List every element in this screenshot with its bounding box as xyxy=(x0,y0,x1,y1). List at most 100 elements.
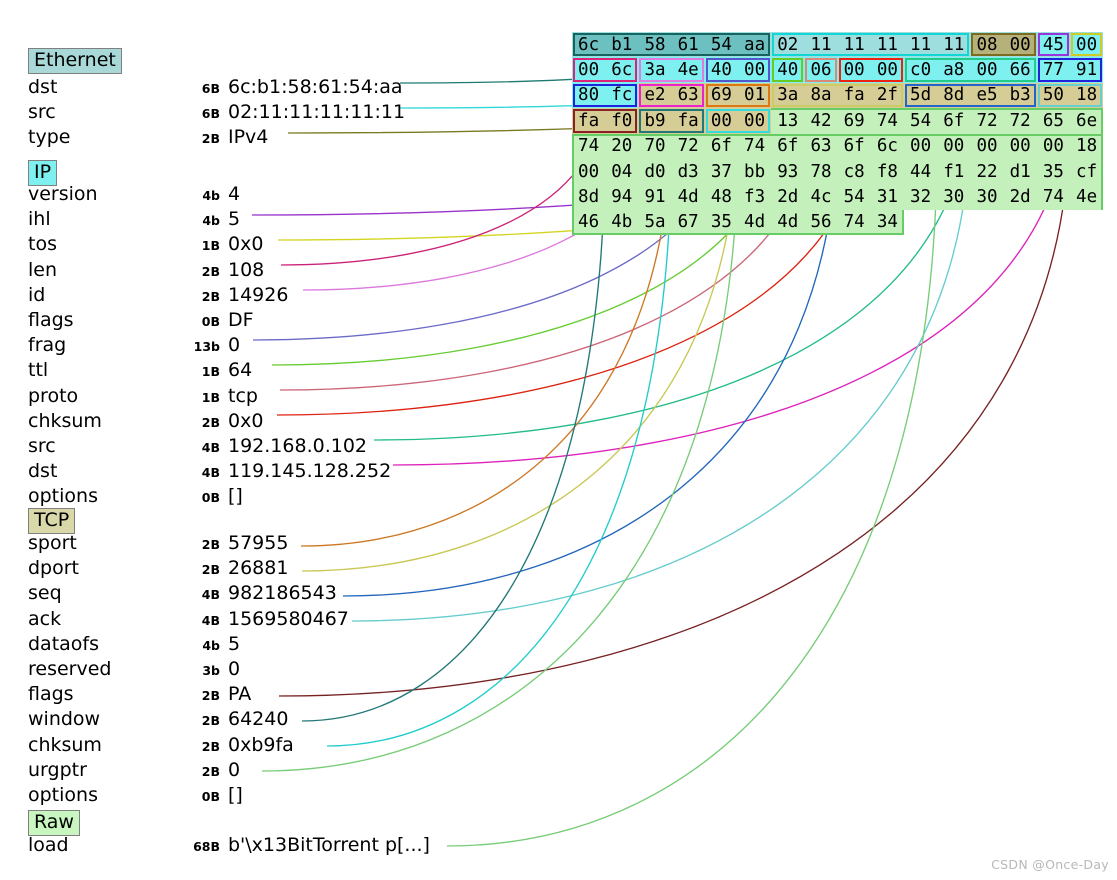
hex-byte: 00 xyxy=(1042,136,1064,157)
hex-byte: 72 xyxy=(1009,110,1031,131)
field-row: src 6B 02:11:11:11:11:11 xyxy=(0,100,560,125)
field-size: 0B xyxy=(201,789,220,804)
hex-byte: 63 xyxy=(810,136,832,157)
hex-byte: f0 xyxy=(611,110,633,131)
hex-byte: 00 xyxy=(943,136,965,157)
field-size: 2B xyxy=(201,288,220,304)
hex-byte: 77 xyxy=(1042,59,1064,80)
hex-byte: 30 xyxy=(976,186,998,207)
field-size: 1B xyxy=(201,364,220,380)
hex-byte: 00 xyxy=(843,59,865,80)
hex-byte: 32 xyxy=(910,186,932,207)
hex-byte: 5a xyxy=(644,212,666,233)
field-row: dataofs 4b 5 xyxy=(0,632,560,657)
field-size: 2B xyxy=(201,713,220,729)
field-row: frag 13b 0 xyxy=(0,333,560,358)
field-size: 4B xyxy=(201,465,220,481)
hex-byte: 61 xyxy=(677,34,699,55)
hex-byte: b1 xyxy=(611,34,633,55)
field-row: flags 2B PA xyxy=(0,682,560,707)
hex-byte: 40 xyxy=(777,59,799,80)
hex-byte: 4d xyxy=(677,186,699,207)
field-row: reserved 3b 0 xyxy=(0,657,560,682)
hex-byte: 45 xyxy=(1042,34,1064,55)
field-name: id xyxy=(28,283,46,306)
hex-byte: 44 xyxy=(910,161,932,182)
hex-byte: f3 xyxy=(744,186,766,207)
field-size: 2B xyxy=(201,738,220,754)
field-value: 02:11:11:11:11:11 xyxy=(228,101,406,124)
hex-byte: 72 xyxy=(976,110,998,131)
hex-byte: 00 xyxy=(710,110,732,131)
hex-byte: 54 xyxy=(910,110,932,131)
field-value: 5 xyxy=(228,632,241,655)
hex-byte: 5d xyxy=(910,85,932,106)
hex-byte: 13 xyxy=(777,110,799,131)
hex-byte: 06 xyxy=(810,59,832,80)
hex-byte: fc xyxy=(611,85,633,106)
field-value: 0 xyxy=(228,334,241,357)
field-value: b'\x13BitTorrent p[...] xyxy=(228,834,430,856)
field-value: 57955 xyxy=(228,532,289,554)
field-name: ttl xyxy=(28,359,49,382)
packet-dissection-diagram: Ethernet dst 6B 6c:b1:58:61:54:aa src 6B 02:11… xyxy=(0,0,1117,880)
hex-byte: 35 xyxy=(710,212,732,233)
field-size: 4B xyxy=(201,440,220,455)
field-value: 4 xyxy=(228,183,241,205)
field-size: 3b xyxy=(202,663,220,678)
hex-byte: a8 xyxy=(943,59,965,80)
hex-byte: 00 xyxy=(1009,136,1031,157)
field-row: ack 4B 1569580467 xyxy=(0,607,560,632)
field-row: flags 0B DF xyxy=(0,308,560,333)
hex-byte: 94 xyxy=(611,186,633,207)
hex-byte: aa xyxy=(744,34,766,55)
hex-byte: 02 xyxy=(777,34,799,55)
field-size: 2B xyxy=(201,131,220,147)
hex-byte: d3 xyxy=(677,161,699,182)
hex-byte: 00 xyxy=(744,110,766,131)
hex-byte: 74 xyxy=(744,136,766,157)
field-list: Ethernet dst 6B 6c:b1:58:61:54:aa src 6B 02:11… xyxy=(0,0,560,880)
hex-byte: 11 xyxy=(810,34,832,55)
field-name: ack xyxy=(28,607,62,630)
hex-byte: 50 xyxy=(1042,85,1064,106)
hex-byte: 93 xyxy=(777,161,799,182)
hex-byte: 3a xyxy=(644,59,666,80)
hex-byte: 48 xyxy=(710,186,732,207)
field-size: 2B xyxy=(201,763,220,779)
hex-byte: 22 xyxy=(976,161,998,182)
hex-byte: 00 xyxy=(578,59,600,80)
hex-byte: 63 xyxy=(677,85,699,106)
field-size: 4B xyxy=(201,612,220,628)
field-name: src xyxy=(28,101,56,124)
field-size: 0B xyxy=(201,314,220,329)
hex-byte: 6f xyxy=(843,136,865,157)
field-row: sport 2B 57955 xyxy=(0,531,560,556)
field-row: len 2B 108 xyxy=(0,258,560,283)
hex-byte: 6f xyxy=(943,110,965,131)
hex-byte: 4c xyxy=(810,186,832,207)
hex-byte: 74 xyxy=(843,212,865,233)
field-value: 26881 xyxy=(228,557,289,580)
hex-byte: c0 xyxy=(910,59,932,80)
field-size: 2B xyxy=(201,414,220,430)
field-name: chksum xyxy=(28,409,102,432)
field-name: len xyxy=(28,258,58,281)
layer-title-ethernet: Ethernet xyxy=(28,48,122,74)
hex-byte: f1 xyxy=(943,161,965,182)
hex-byte: 74 xyxy=(1042,186,1064,207)
hex-byte: fa xyxy=(578,110,600,131)
field-row: ttl 1B 64 xyxy=(0,358,560,383)
field-row: dst 4B 119.145.128.252 xyxy=(0,459,560,484)
hex-byte: 35 xyxy=(1042,161,1064,182)
hex-byte: cf xyxy=(1076,161,1098,182)
field-row: id 2B 14926 xyxy=(0,283,560,308)
field-row: proto 1B tcp xyxy=(0,384,560,409)
hex-byte: 08 xyxy=(976,34,998,55)
field-name: options xyxy=(28,485,98,508)
hex-byte: 69 xyxy=(843,110,865,131)
hex-byte: 00 xyxy=(976,59,998,80)
hex-byte: 4d xyxy=(744,212,766,233)
field-size: 2B xyxy=(201,537,220,552)
hex-byte: 65 xyxy=(1042,110,1064,131)
